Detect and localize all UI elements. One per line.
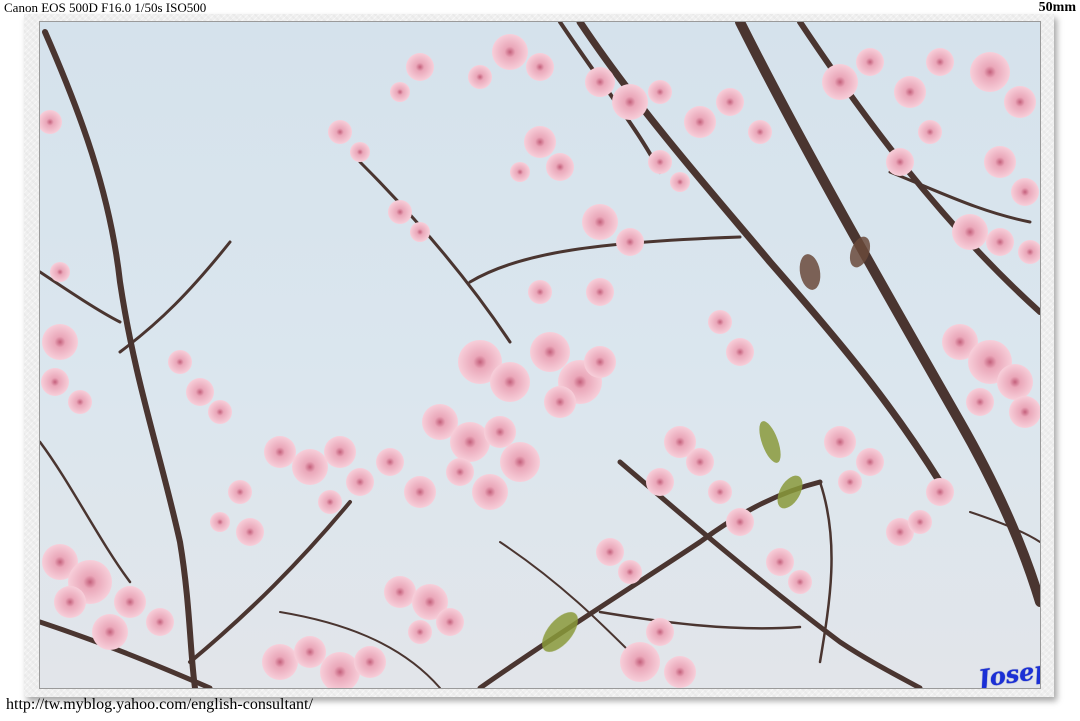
leaves (542, 236, 871, 652)
blog-url-caption: http://tw.myblog.yahoo.com/english-consu… (6, 696, 313, 713)
cherry-blossom-photo: Joseph (39, 21, 1041, 689)
blossoms (40, 34, 1040, 688)
cherry-blossom-illustration (40, 22, 1040, 688)
